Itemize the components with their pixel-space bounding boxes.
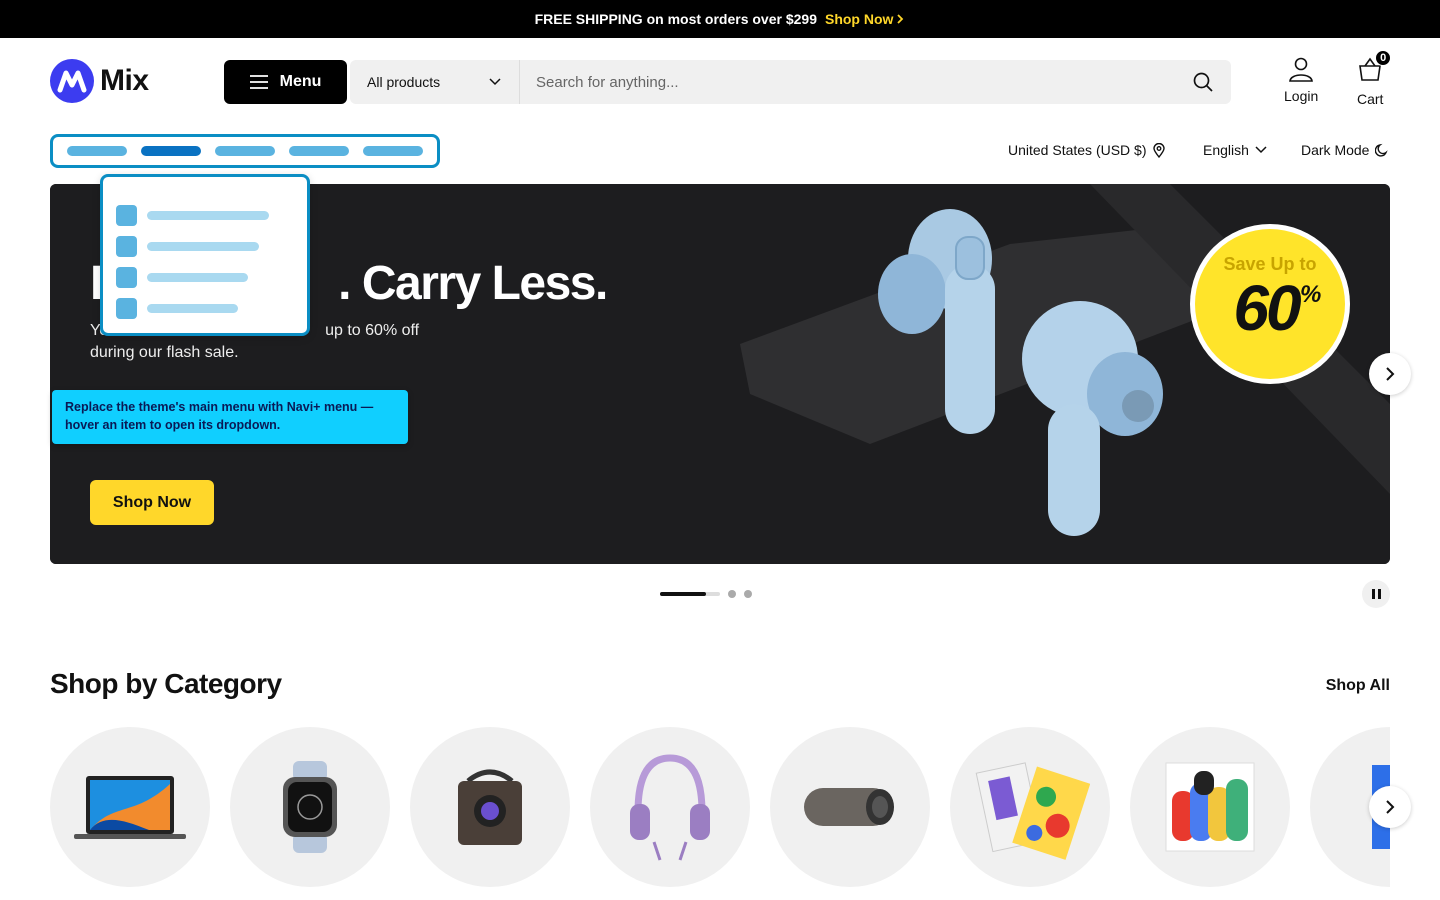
hamburger-icon xyxy=(249,75,268,89)
navi-dropdown xyxy=(100,174,310,336)
chevron-right-icon xyxy=(1386,800,1395,814)
cart-label: Cart xyxy=(1357,91,1384,107)
search-category-value: All products xyxy=(367,74,441,90)
category-next-button[interactable] xyxy=(1369,786,1411,828)
country-selector[interactable]: United States (USD $) xyxy=(1008,142,1165,158)
category-item-speakers[interactable] xyxy=(770,727,930,887)
search-input[interactable] xyxy=(520,60,1175,104)
site-header: Mix Menu All products Login 0 Cart xyxy=(0,38,1440,126)
category-carousel xyxy=(50,727,1390,900)
discount-badge: Save Up to 60 % xyxy=(1190,224,1350,384)
search-button[interactable] xyxy=(1175,72,1231,92)
discount-badge-value: 60 xyxy=(1233,272,1301,344)
chevron-right-icon xyxy=(1386,367,1395,381)
cart-count-badge: 0 xyxy=(1375,50,1392,66)
menu-button[interactable]: Menu xyxy=(224,60,347,104)
navi-menu-item-active[interactable] xyxy=(141,146,201,156)
slider-pagination xyxy=(660,590,752,598)
country-value: United States (USD $) xyxy=(1008,142,1147,158)
search-icon xyxy=(1193,72,1213,92)
location-pin-icon xyxy=(1152,142,1165,158)
logo-text: Mix xyxy=(100,64,149,97)
announcement-text: FREE SHIPPING on most orders over $299 xyxy=(534,11,817,27)
hero-subtitle-tail: up to 60% off xyxy=(325,322,420,339)
search-category-select[interactable]: All products xyxy=(350,60,520,104)
navi-menu-item[interactable] xyxy=(67,146,127,156)
hero-title-text: . Carry Less. xyxy=(338,257,608,310)
hero-next-button[interactable] xyxy=(1369,353,1411,395)
dark-mode-label: Dark Mode xyxy=(1301,142,1370,158)
search-bar: All products xyxy=(350,60,1231,104)
navi-menu-item[interactable] xyxy=(363,146,423,156)
navi-dropdown-item[interactable] xyxy=(116,262,307,293)
navi-menu-bar xyxy=(50,134,440,168)
projector-icon xyxy=(458,769,522,845)
language-value: English xyxy=(1203,142,1249,158)
discount-badge-percent: % xyxy=(1300,281,1322,308)
category-item-projectors[interactable] xyxy=(410,727,570,887)
speaker-icon xyxy=(804,788,894,826)
navi-menu-item[interactable] xyxy=(215,146,275,156)
navi-dropdown-item[interactable] xyxy=(116,293,307,324)
moon-icon xyxy=(1375,143,1389,157)
slider-dot[interactable] xyxy=(728,590,736,598)
announcement-bar: FREE SHIPPING on most orders over $299 S… xyxy=(0,0,1440,38)
chevron-down-icon xyxy=(1255,146,1267,154)
art-print-icon xyxy=(1165,762,1255,852)
laptop-icon xyxy=(74,776,186,839)
announcement-cta-label: Shop Now xyxy=(824,11,894,27)
shop-all-link[interactable]: Shop All xyxy=(1326,677,1390,695)
books-icon xyxy=(975,762,1090,860)
pause-icon xyxy=(1371,589,1375,599)
login-label: Login xyxy=(1284,88,1319,104)
category-section-title: Shop by Category xyxy=(50,668,282,699)
hero-subtitle-line2: during our flash sale. xyxy=(90,344,239,361)
category-item-books[interactable] xyxy=(950,727,1110,887)
announcement-shop-now-link[interactable]: Shop Now xyxy=(825,11,905,27)
login-button[interactable]: Login xyxy=(1284,56,1318,104)
category-item-headphones[interactable] xyxy=(590,727,750,887)
navi-dropdown-item[interactable] xyxy=(116,200,307,231)
chevron-down-icon xyxy=(489,78,501,86)
navi-menu-item[interactable] xyxy=(289,146,349,156)
language-selector[interactable]: English xyxy=(1203,142,1267,158)
slider-pause-button[interactable] xyxy=(1362,580,1390,608)
dark-mode-toggle[interactable]: Dark Mode xyxy=(1301,142,1389,158)
navi-help-tooltip: Replace the theme's main menu with Navi+… xyxy=(52,390,408,444)
chevron-right-icon xyxy=(897,14,904,24)
category-item-art-prints[interactable] xyxy=(1130,727,1290,887)
navi-dropdown-item[interactable] xyxy=(116,231,307,262)
category-item-watches[interactable] xyxy=(230,727,390,887)
hero-shop-now-button[interactable]: Shop Now xyxy=(90,480,214,525)
menu-button-label: Menu xyxy=(279,73,322,90)
headphones-icon xyxy=(630,754,710,861)
slider-dot[interactable] xyxy=(744,590,752,598)
cart-button[interactable]: 0 Cart xyxy=(1357,50,1392,107)
logo[interactable]: Mix xyxy=(50,59,149,103)
smartwatch-icon xyxy=(283,761,337,853)
user-icon xyxy=(1289,57,1314,82)
category-item-laptops[interactable] xyxy=(50,727,210,887)
logo-mark-icon xyxy=(50,59,94,103)
slider-dot-active[interactable] xyxy=(660,592,720,596)
